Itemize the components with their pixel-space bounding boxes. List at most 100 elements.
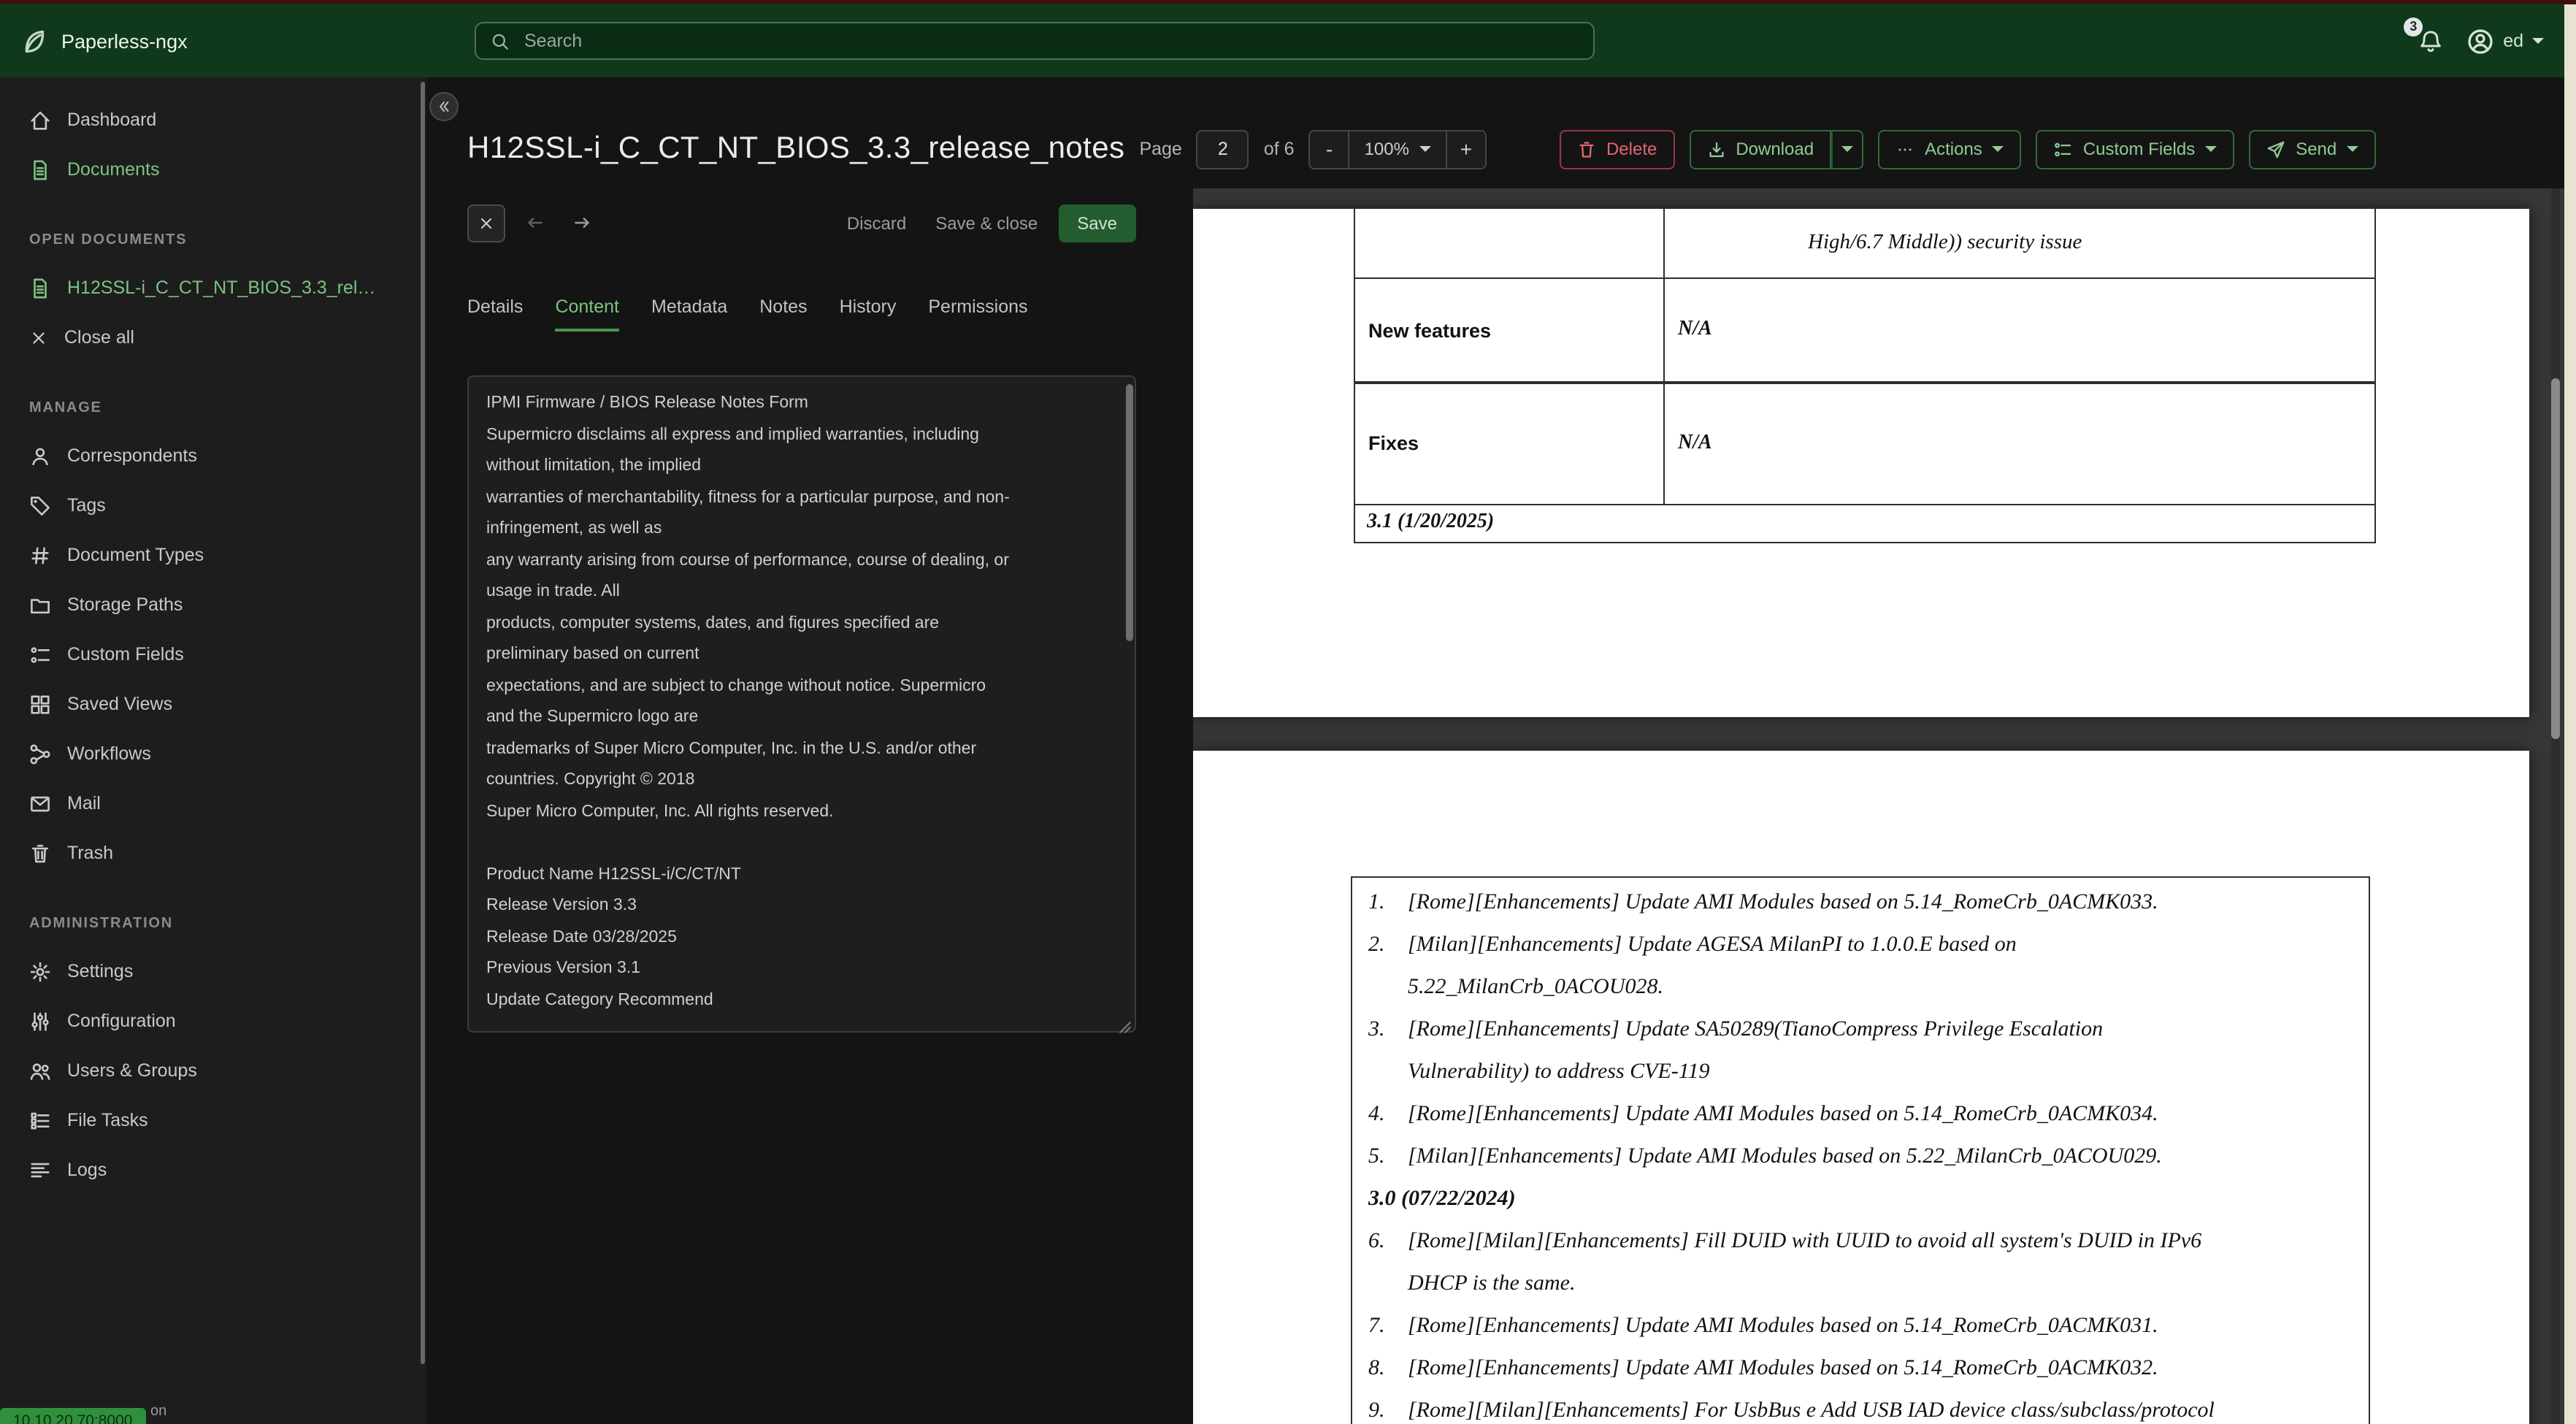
zoom-in-button[interactable]: +	[1446, 131, 1485, 167]
textarea-scrollbar[interactable]	[1126, 384, 1133, 641]
tab-permissions[interactable]: Permissions	[928, 296, 1027, 332]
zoom-out-button[interactable]: -	[1310, 131, 1349, 167]
gear-icon	[30, 961, 50, 981]
viewer-scrollbar[interactable]	[2551, 378, 2560, 739]
sidebar-item-saved-views[interactable]: Saved Views	[0, 679, 426, 729]
sidebar-item-label: Saved Views	[67, 694, 173, 714]
delete-label: Delete	[1606, 139, 1657, 159]
list-item-number: 7.	[1368, 1314, 1385, 1338]
arrow-right-icon	[574, 218, 589, 228]
arrow-left-icon	[527, 218, 542, 228]
sidebar-item-users-groups[interactable]: Users & Groups	[0, 1046, 426, 1095]
sidebar-item-label: Configuration	[67, 1011, 176, 1031]
trash-icon	[31, 843, 49, 862]
person-circle-icon	[2468, 28, 2493, 53]
save-button[interactable]: Save	[1058, 204, 1136, 242]
brand-name: Paperless-ngx	[61, 30, 188, 52]
tab-history[interactable]: History	[840, 296, 897, 332]
sidebar-item-mail[interactable]: Mail	[0, 778, 426, 828]
list-item-number: 4.	[1368, 1103, 1385, 1126]
page-number-input[interactable]	[1196, 129, 1249, 169]
pdf-viewer[interactable]: High/6.7 Middle)) security issue New fea…	[1193, 188, 2564, 1424]
pdf-page-3: 1. [Rome][Enhancements] Update AMI Modul…	[1193, 751, 2529, 1424]
sidebar-item-label: File Tasks	[67, 1110, 148, 1130]
list-item: 1. [Rome][Enhancements] Update AMI Modul…	[1368, 882, 2357, 925]
sidebar-item-label: Dashboard	[67, 110, 157, 130]
top-edge-strip	[0, 0, 2576, 4]
page-label: Page	[1139, 139, 1182, 159]
editor-toolbar: Discard Save & close Save	[467, 203, 1136, 242]
delete-button[interactable]: Delete	[1559, 129, 1675, 169]
sidebar-item-document-types[interactable]: Document Types	[0, 530, 426, 580]
grid-icon	[31, 694, 50, 713]
notifications-button[interactable]: 3	[2404, 17, 2443, 53]
list-item-number: 5.	[1368, 1145, 1385, 1168]
hash-icon	[31, 546, 49, 564]
sidebar-item-custom-fields[interactable]: Custom Fields	[0, 629, 426, 679]
three-dots-icon	[1898, 148, 1912, 150]
sliders-icon	[31, 1011, 49, 1030]
zoom-level-select[interactable]: 100%	[1348, 131, 1447, 167]
table-version-row: 3.1 (1/20/2025)	[1354, 503, 2376, 543]
editor-tabs: Details Content Metadata Notes History P…	[467, 296, 1136, 332]
table-row-partial: High/6.7 Middle)) security issue	[1354, 209, 2376, 279]
send-button[interactable]: Send	[2249, 129, 2377, 169]
sidebar-item-label: Tags	[67, 495, 106, 516]
global-search[interactable]	[475, 22, 1595, 60]
save-and-close-button[interactable]: Save & close	[927, 213, 1046, 233]
tab-notes[interactable]: Notes	[759, 296, 807, 332]
tag-icon	[31, 496, 50, 515]
previous-document-button[interactable]	[517, 205, 552, 240]
chevrons-left-icon	[440, 101, 449, 112]
page-title: H12SSL-i_C_CT_NT_BIOS_3.3_release_notes	[467, 131, 1125, 165]
sidebar-item-storage-paths[interactable]: Storage Paths	[0, 580, 426, 629]
download-options-button[interactable]	[1831, 129, 1864, 169]
pdf-table: High/6.7 Middle)) security issue New fea…	[1354, 209, 2376, 543]
sidebar-item-open-document[interactable]: H12SSL-i_C_CT_NT_BIOS_3.3_release_notes	[0, 263, 426, 313]
right-edge-strip	[2564, 0, 2576, 1424]
list-item: 5. [Milan][Enhancements] Update AMI Modu…	[1368, 1136, 2357, 1179]
download-icon	[1709, 141, 1723, 157]
sidebar-item-workflows[interactable]: Workflows	[0, 729, 426, 778]
search-input[interactable]	[521, 29, 1579, 53]
tab-content[interactable]: Content	[555, 296, 619, 332]
administration-header: ADMINISTRATION	[29, 916, 174, 932]
close-icon	[33, 332, 45, 343]
sidebar-item-close-all[interactable]: Close all	[0, 313, 426, 362]
list-task-icon	[31, 1111, 50, 1129]
sidebar-item-logs[interactable]: Logs	[0, 1145, 426, 1195]
discard-button[interactable]: Discard	[838, 213, 915, 233]
sidebar-item-trash[interactable]: Trash	[0, 828, 426, 878]
sidebar-item-correspondents[interactable]: Correspondents	[0, 431, 426, 481]
workflow-nodes-icon	[30, 743, 50, 764]
close-document-button[interactable]	[467, 204, 505, 242]
sidebar-item-dashboard[interactable]: Dashboard	[0, 95, 426, 145]
list-item-text: [Milan][Enhancements] Update AGESA Milan…	[1408, 933, 2017, 999]
content-textarea[interactable]: IPMI Firmware / BIOS Release Notes Form …	[467, 375, 1136, 1033]
user-menu[interactable]: ed	[2466, 27, 2544, 55]
sidebar-item-label: Storage Paths	[67, 594, 183, 615]
tab-details[interactable]: Details	[467, 296, 523, 332]
sidebar-item-tags[interactable]: Tags	[0, 481, 426, 530]
custom-fields-button[interactable]: Custom Fields	[2036, 129, 2235, 169]
next-document-button[interactable]	[564, 205, 599, 240]
sidebar-item-configuration[interactable]: Configuration	[0, 996, 426, 1046]
table-row: Fixes N/A	[1354, 381, 2376, 505]
sidebar: Dashboard Documents OPEN DOCUMENTS H12SS…	[0, 77, 426, 1424]
download-button[interactable]: Download	[1689, 129, 1832, 169]
sidebar-scrollbar[interactable]	[421, 82, 425, 1364]
sidebar-item-settings[interactable]: Settings	[0, 946, 426, 996]
sidebar-collapse-button[interactable]	[429, 92, 459, 121]
list-item-number: 3.	[1368, 1018, 1385, 1041]
chevron-down-icon	[1992, 146, 2004, 152]
status-link: 10.10.20.70:8000	[0, 1408, 146, 1424]
file-text-icon	[34, 277, 47, 298]
list-item-number: 2.	[1368, 933, 1385, 957]
actions-button[interactable]: Actions	[1878, 129, 2022, 169]
sidebar-item-file-tasks[interactable]: File Tasks	[0, 1095, 426, 1145]
list-item-text: [Rome][Enhancements] Update AMI Modules …	[1408, 891, 2158, 914]
textarea-resize-handle[interactable]	[1119, 1015, 1132, 1041]
tab-metadata[interactable]: Metadata	[651, 296, 727, 332]
app-logo[interactable]: Paperless-ngx	[20, 27, 188, 55]
sidebar-item-documents[interactable]: Documents	[0, 145, 426, 194]
